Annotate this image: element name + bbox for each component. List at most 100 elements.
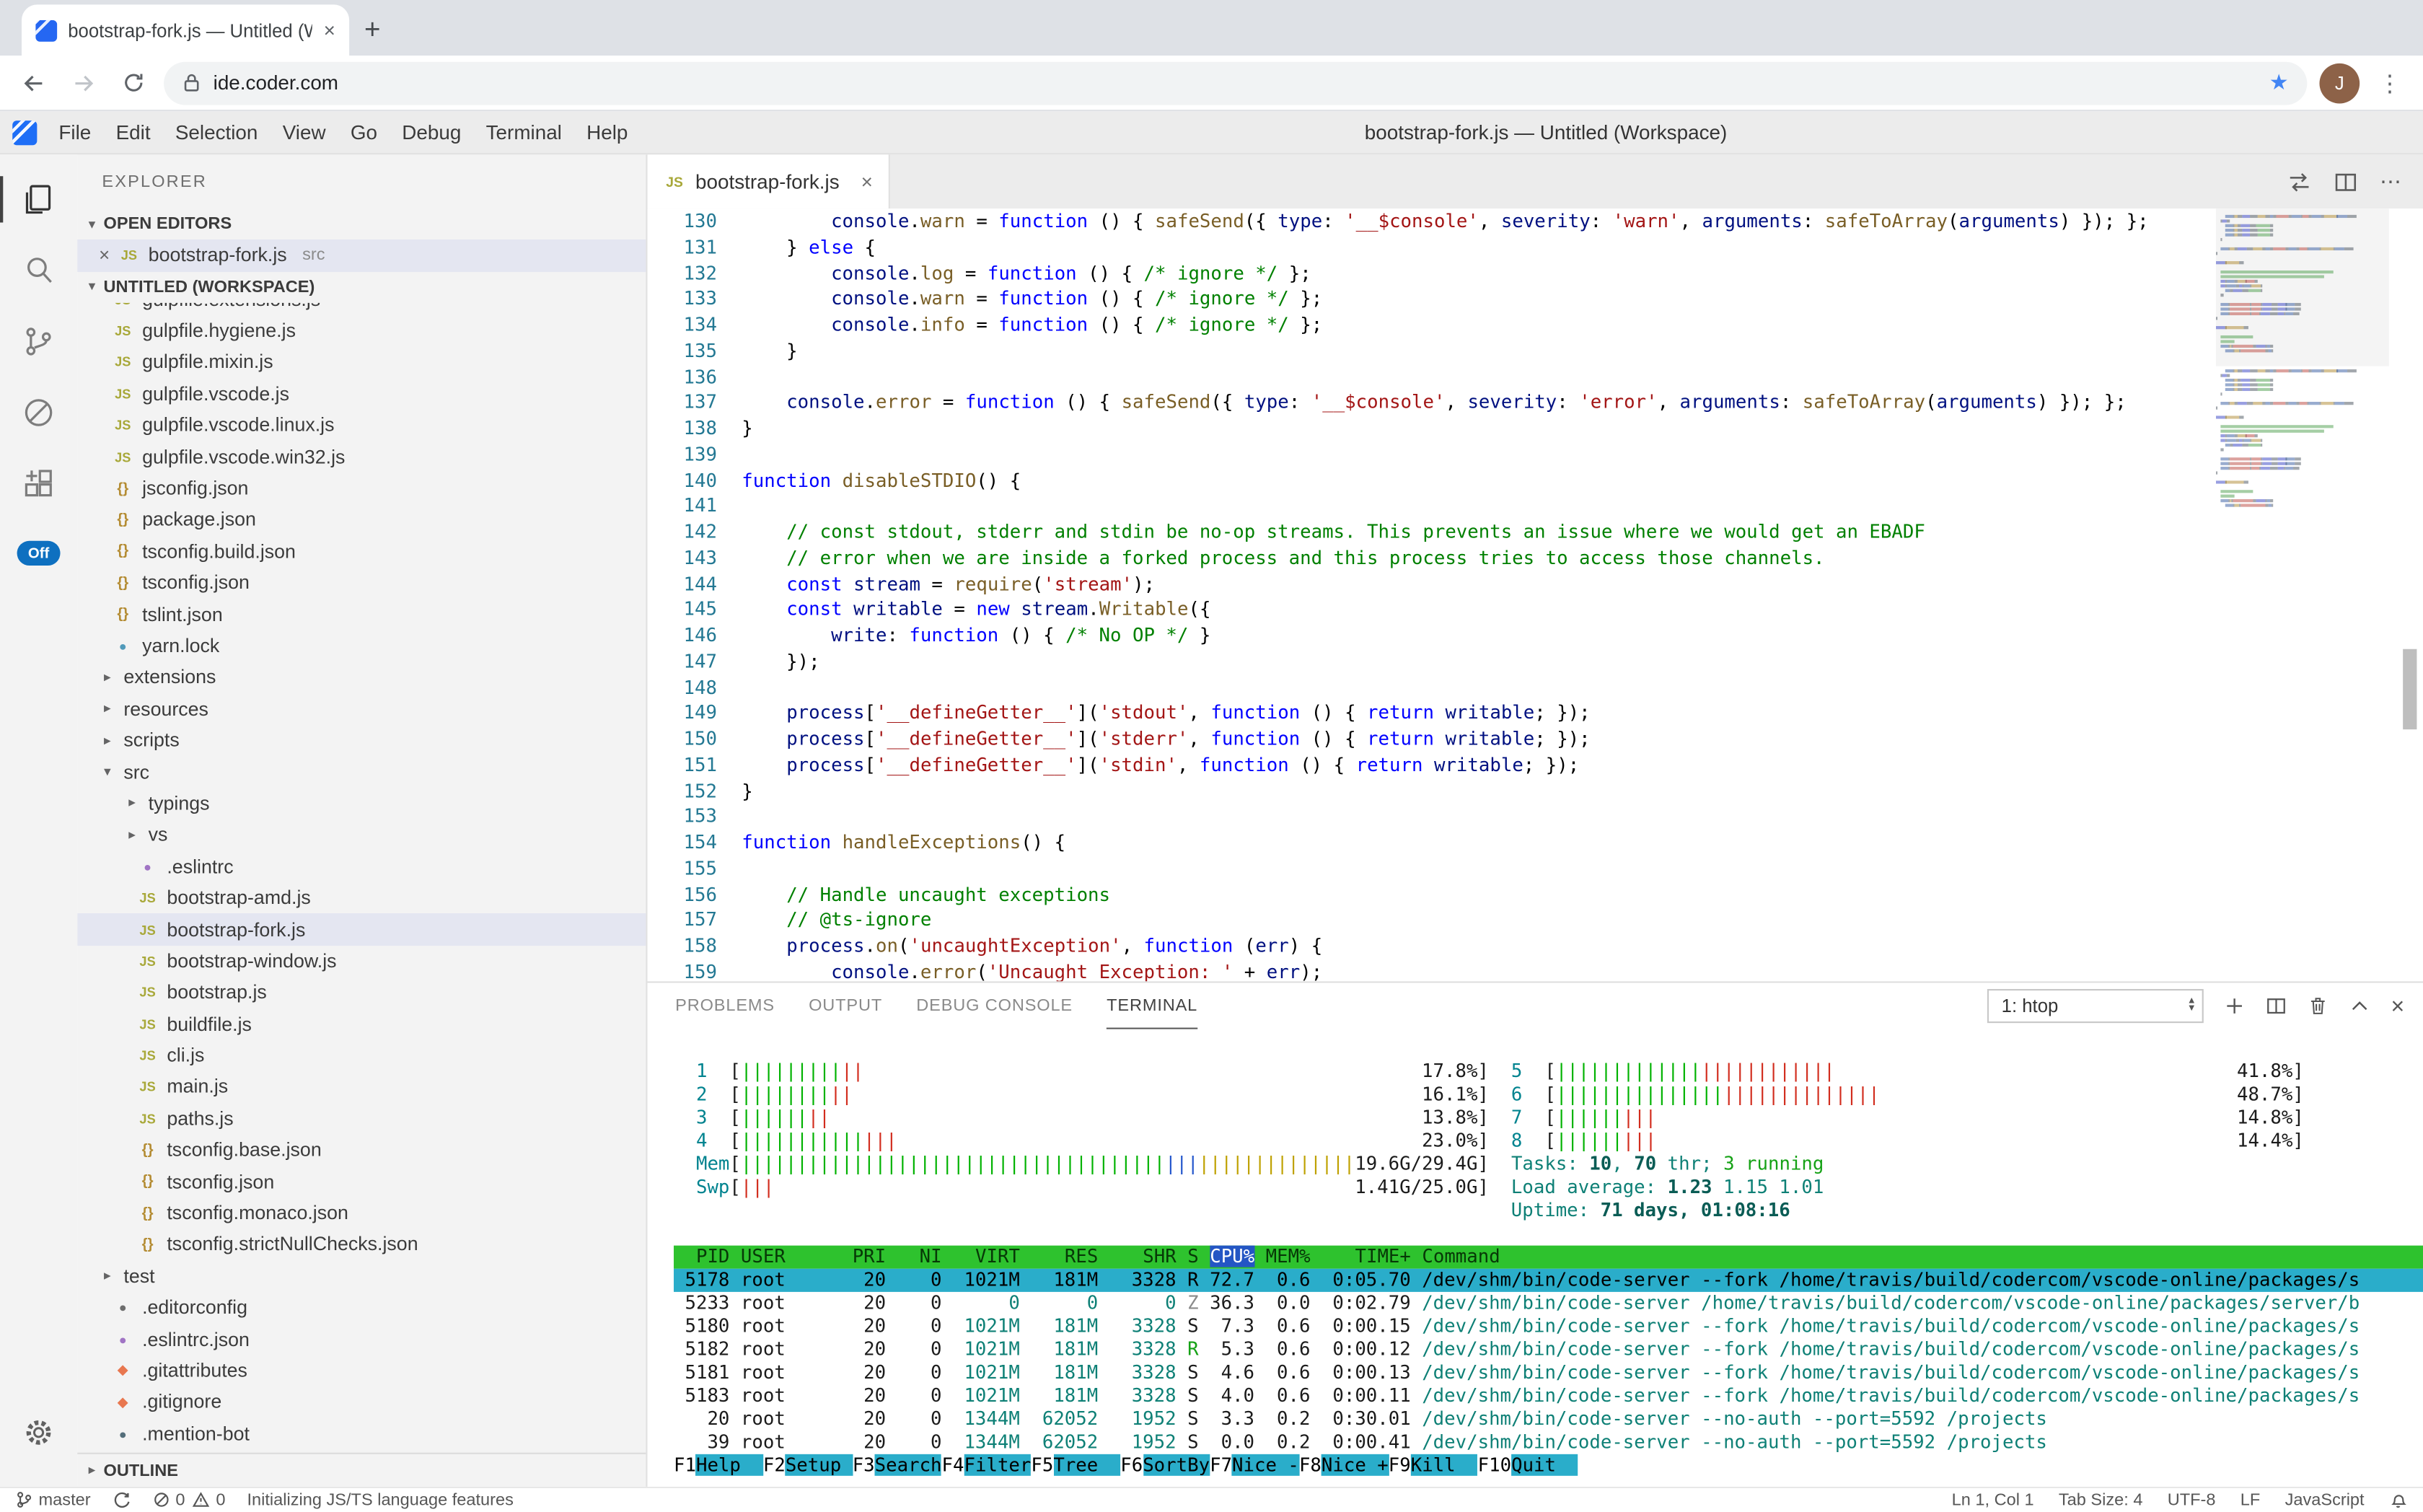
editor-tab[interactable]: JS bootstrap-fork.js × bbox=[648, 154, 890, 208]
reload-button[interactable] bbox=[115, 64, 151, 101]
tree-item-jsconfig.json[interactable]: {}jsconfig.json bbox=[77, 472, 646, 504]
new-tab-button[interactable]: + bbox=[349, 6, 395, 53]
notifications-bell[interactable] bbox=[2389, 1490, 2408, 1511]
tree-item-test[interactable]: ▸test bbox=[77, 1260, 646, 1292]
tree-item-.editorconfig[interactable]: ●.editorconfig bbox=[77, 1292, 646, 1324]
menu-edit[interactable]: Edit bbox=[103, 110, 162, 154]
minimap[interactable] bbox=[2216, 215, 2389, 509]
open-editors-header[interactable]: ▾ OPEN EDITORS bbox=[77, 208, 646, 239]
open-editor-item[interactable]: × JS bootstrap-fork.js src bbox=[77, 239, 646, 271]
settings-gear-button[interactable] bbox=[0, 1397, 77, 1469]
tree-item-tslint.json[interactable]: {}tslint.json bbox=[77, 599, 646, 630]
process-row-5182[interactable]: 5182 root 20 0 1021M 181M 3328 R 5.3 0.6… bbox=[674, 1338, 2423, 1361]
tree-item-tsconfig.base.json[interactable]: {}tsconfig.base.json bbox=[77, 1134, 646, 1166]
tree-item-.eslintrc[interactable]: ●.eslintrc bbox=[77, 850, 646, 882]
tree-item-gulpfile.hygiene.js[interactable]: JSgulpfile.hygiene.js bbox=[77, 315, 646, 347]
split-terminal-button[interactable] bbox=[2266, 995, 2287, 1017]
language-mode[interactable]: JavaScript bbox=[2285, 1491, 2365, 1510]
more-actions-button[interactable]: ⋯ bbox=[2380, 169, 2401, 195]
activitybar-debug[interactable] bbox=[0, 377, 77, 449]
terminal[interactable]: 1 [||||||||||| 17.8%] 5 [|||||||||||||||… bbox=[648, 1029, 2423, 1487]
menu-file[interactable]: File bbox=[46, 110, 103, 154]
tree-item-bootstrap-fork.js[interactable]: JSbootstrap-fork.js bbox=[77, 914, 646, 946]
tree-item-tsconfig.strictNullChecks.json[interactable]: {}tsconfig.strictNullChecks.json bbox=[77, 1229, 646, 1261]
htop-table-header[interactable]: PID USER PRI NI VIRT RES SHR S CPU% MEM%… bbox=[674, 1246, 2423, 1269]
process-row-5180[interactable]: 5180 root 20 0 1021M 181M 3328 S 7.3 0.6… bbox=[674, 1315, 2423, 1338]
editor-scrollbar[interactable] bbox=[2403, 649, 2417, 729]
workspace-header[interactable]: ▾ UNTITLED (WORKSPACE) bbox=[77, 271, 646, 302]
panel-tab-problems[interactable]: PROBLEMS bbox=[675, 983, 775, 1029]
close-panel-button[interactable]: × bbox=[2391, 993, 2405, 1019]
kill-terminal-button[interactable] bbox=[2308, 995, 2329, 1017]
tree-item-tsconfig.json[interactable]: {}tsconfig.json bbox=[77, 567, 646, 599]
terminal-select[interactable]: 1: htop ▲▼ bbox=[1987, 989, 2204, 1023]
tree-item-package.json[interactable]: {}package.json bbox=[77, 504, 646, 536]
tree-item-gulpfile.vscode.win32.js[interactable]: JSgulpfile.vscode.win32.js bbox=[77, 441, 646, 473]
browser-tab[interactable]: bootstrap-fork.js — Untitled (W × bbox=[22, 4, 349, 56]
tree-item-tsconfig.json[interactable]: {}tsconfig.json bbox=[77, 1166, 646, 1197]
panel-tab-debug-console[interactable]: DEBUG CONSOLE bbox=[916, 983, 1073, 1029]
tree-item-yarn.lock[interactable]: ●yarn.lock bbox=[77, 630, 646, 662]
menu-go[interactable]: Go bbox=[338, 110, 390, 154]
tree-item-.eslintrc.json[interactable]: ●.eslintrc.json bbox=[77, 1324, 646, 1355]
tree-item-typings[interactable]: ▸typings bbox=[77, 788, 646, 819]
tree-item-gulpfile.extensions.js[interactable]: JSgulpfile.extensions.js bbox=[77, 302, 646, 315]
tree-item-.mention-bot[interactable]: ●.mention-bot bbox=[77, 1418, 646, 1450]
split-editor-button[interactable] bbox=[2334, 170, 2358, 194]
activitybar-explorer[interactable] bbox=[0, 164, 77, 235]
tree-item-extensions[interactable]: ▸extensions bbox=[77, 662, 646, 693]
panel-tab-terminal[interactable]: TERMINAL bbox=[1107, 983, 1197, 1029]
tab-close-icon[interactable]: × bbox=[324, 20, 335, 40]
tree-item-bootstrap-window.js[interactable]: JSbootstrap-window.js bbox=[77, 945, 646, 977]
maximize-panel-button[interactable] bbox=[2349, 995, 2371, 1017]
tree-item-.gitattributes[interactable]: ◆.gitattributes bbox=[77, 1355, 646, 1386]
activitybar-search[interactable] bbox=[0, 235, 77, 307]
menu-help[interactable]: Help bbox=[574, 110, 641, 154]
forward-button[interactable] bbox=[65, 64, 102, 101]
tree-item-bootstrap-amd.js[interactable]: JSbootstrap-amd.js bbox=[77, 882, 646, 914]
tree-item-gulpfile.mixin.js[interactable]: JSgulpfile.mixin.js bbox=[77, 346, 646, 378]
status-badge[interactable]: Off bbox=[17, 541, 60, 566]
bookmark-star-icon[interactable]: ★ bbox=[2269, 69, 2289, 95]
back-button[interactable] bbox=[15, 64, 52, 101]
process-row-5181[interactable]: 5181 root 20 0 1021M 181M 3328 S 4.6 0.6… bbox=[674, 1361, 2423, 1384]
browser-menu-icon[interactable]: ⋮ bbox=[2372, 69, 2407, 97]
menu-debug[interactable]: Debug bbox=[390, 110, 473, 154]
tree-item-tsconfig.build.json[interactable]: {}tsconfig.build.json bbox=[77, 536, 646, 568]
new-terminal-button[interactable] bbox=[2224, 995, 2246, 1017]
tree-item-vs[interactable]: ▸vs bbox=[77, 819, 646, 851]
cursor-position[interactable]: Ln 1, Col 1 bbox=[1952, 1491, 2034, 1510]
git-branch-indicator[interactable]: master bbox=[15, 1490, 90, 1511]
sync-button[interactable] bbox=[113, 1491, 131, 1510]
tree-item-tsconfig.monaco.json[interactable]: {}tsconfig.monaco.json bbox=[77, 1197, 646, 1229]
profile-avatar[interactable]: J bbox=[2319, 63, 2360, 103]
tree-item-paths.js[interactable]: JSpaths.js bbox=[77, 1103, 646, 1135]
menu-terminal[interactable]: Terminal bbox=[473, 110, 574, 154]
url-text[interactable]: ide.coder.com bbox=[214, 71, 338, 94]
tree-item-main.js[interactable]: JSmain.js bbox=[77, 1071, 646, 1103]
eol-setting[interactable]: LF bbox=[2240, 1491, 2261, 1510]
tree-item-src[interactable]: ▾src bbox=[77, 756, 646, 788]
close-icon[interactable]: × bbox=[99, 245, 110, 266]
activitybar-source-control[interactable] bbox=[0, 306, 77, 377]
encoding[interactable]: UTF-8 bbox=[2168, 1491, 2216, 1510]
tree-item-buildfile.js[interactable]: JSbuildfile.js bbox=[77, 1008, 646, 1040]
menu-view[interactable]: View bbox=[271, 110, 338, 154]
problems-indicator[interactable]: 0 0 bbox=[152, 1491, 225, 1510]
process-row-39[interactable]: 39 root 20 0 1344M 62052 1952 S 0.0 0.2 … bbox=[674, 1431, 2423, 1454]
process-row-5183[interactable]: 5183 root 20 0 1021M 181M 3328 S 4.0 0.6… bbox=[674, 1384, 2423, 1407]
activitybar-extensions[interactable] bbox=[0, 448, 77, 519]
tab-close-icon[interactable]: × bbox=[861, 170, 873, 193]
tree-item-bootstrap.js[interactable]: JSbootstrap.js bbox=[77, 977, 646, 1008]
outline-header[interactable]: ▸ OUTLINE bbox=[77, 1453, 646, 1487]
tree-item-.gitignore[interactable]: ◆.gitignore bbox=[77, 1386, 646, 1418]
process-row-5233[interactable]: 5233 root 20 0 0 0 0 Z 36.3 0.0 0:02.79 … bbox=[674, 1292, 2423, 1315]
process-row-20[interactable]: 20 root 20 0 1344M 62052 1952 S 3.3 0.2 … bbox=[674, 1408, 2423, 1431]
process-row-5178[interactable]: 5178 root 20 0 1021M 181M 3328 R 72.7 0.… bbox=[674, 1269, 2423, 1292]
panel-tab-output[interactable]: OUTPUT bbox=[809, 983, 882, 1029]
tree-item-cli.js[interactable]: JScli.js bbox=[77, 1040, 646, 1071]
menu-selection[interactable]: Selection bbox=[163, 110, 271, 154]
tree-item-scripts[interactable]: ▸scripts bbox=[77, 725, 646, 757]
indent-setting[interactable]: Tab Size: 4 bbox=[2059, 1491, 2143, 1510]
address-bar[interactable]: ide.coder.com ★ bbox=[164, 61, 2307, 105]
